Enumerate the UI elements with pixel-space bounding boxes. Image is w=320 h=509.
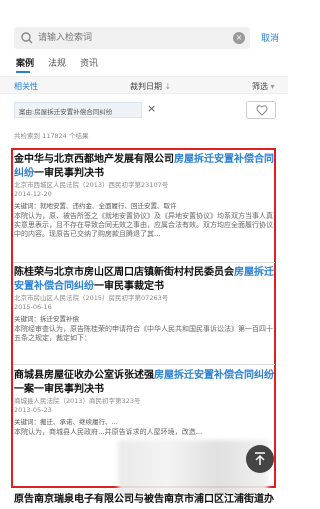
case-summary: 本院经审查认为，原告陈桂荣的申请符合《中华人民共和国民事诉讼法》第一百四十五条之…: [14, 325, 273, 342]
clear-icon[interactable]: ×: [233, 32, 245, 44]
case-title-suffix: 一审民事判决书: [34, 168, 104, 179]
case-title-text: 陈桂荣与北京市房山区周口店镇新街村村民委员会: [14, 267, 234, 278]
result-count: 共检索到 117824 个结果: [14, 132, 89, 140]
case-summary: 本院认为，原、被告所签之《就地安置协议》及《异地安置协议》均系双方当事人真实意思…: [14, 212, 273, 238]
case-item[interactable]: 金中华与北京西都地产发展有限公司房屋拆迁安置补偿合同纠纷一审民事判决书 北京市西…: [14, 153, 274, 239]
case-item[interactable]: 商城县房屋征收办公室诉张述强房屋拆迁安置补偿合同纠纷一案一审民事判决书 商城县人…: [14, 369, 274, 437]
search-icon: [21, 32, 33, 44]
filter-label: 筛选: [252, 82, 268, 91]
case-summary: 本院认为，商城县人民政府...并原告诉求的人屋环境，改造...: [14, 428, 203, 436]
tab-news[interactable]: 资讯: [80, 56, 98, 69]
sort-relevance[interactable]: 相关性: [14, 81, 38, 92]
case-item[interactable]: 陈桂荣与北京市房山区周口店镇新街村村民委员会房屋拆迁安置补偿合同纠纷一审民事裁定…: [14, 266, 274, 343]
case-title-text: 商城县房屋征收办公室诉张述强: [14, 370, 154, 381]
case-title[interactable]: 原告南京瑞泉电子有限公司与被告南京市浦口区江浦街道办: [14, 490, 274, 505]
case-date: 2014-12-20: [14, 190, 52, 198]
cancel-button[interactable]: 取消: [261, 31, 279, 44]
search-bar: × 取消: [0, 0, 288, 52]
divider: [13, 262, 275, 263]
heart-icon: [256, 105, 268, 116]
search-box[interactable]: ×: [14, 27, 250, 49]
tab-bar: 案例 法规 资讯: [0, 56, 288, 74]
divider: [13, 364, 275, 365]
filter-icon: ▾: [270, 82, 275, 91]
favorite-button[interactable]: [246, 101, 276, 119]
case-court: 北京市房山区人民法院（2015）房民初字第07263号: [14, 294, 169, 302]
case-title[interactable]: 陈桂荣与北京市房山区周口店镇新街村村民委员会房屋拆迁安置补偿合同纠纷一审民事裁定…: [14, 266, 274, 294]
case-title-highlight: 房屋拆迁安置补偿合同纠纷: [154, 370, 274, 381]
case-title-suffix: 一案一审民事判决书: [14, 384, 104, 395]
case-keywords: 关键词：搬迁、承诺、继续履行、...: [14, 418, 118, 426]
filter-row: 相关性 裁判日期 ↓ 筛选 ▾: [0, 76, 288, 94]
arrow-up-icon: [255, 452, 265, 465]
case-date: 2015-06-16: [14, 303, 52, 311]
case-title-suffix: 一审民事裁定书: [94, 281, 164, 292]
case-court: 商城县人民法院（2013）商民初字第323号: [14, 397, 141, 405]
tab-active-indicator: [16, 71, 30, 73]
scroll-to-top-button[interactable]: [246, 445, 274, 473]
case-keywords: 关键词：就地安置、违约金、全面履行、回迁安置、取许: [14, 202, 177, 210]
case-title-text: 金中华与北京西都地产发展有限公司: [14, 154, 174, 165]
case-court: 北京市西城区人民法院（2013）西民初字第23107号: [14, 181, 169, 189]
case-title[interactable]: 金中华与北京西都地产发展有限公司房屋拆迁安置补偿合同纠纷一审民事判决书: [14, 153, 274, 181]
sort-arrow-icon: ↓: [164, 82, 172, 91]
blurred-region: [118, 440, 268, 496]
tab-cases[interactable]: 案例: [16, 56, 34, 69]
active-filter-chip: 案由:房屋拆迁安置补偿合同纠纷: [14, 102, 142, 118]
tab-regulations[interactable]: 法规: [48, 56, 66, 69]
case-keywords: 关键词：拆迁安置补偿: [14, 315, 79, 323]
sort-date[interactable]: 裁判日期 ↓: [130, 81, 171, 92]
search-input[interactable]: [38, 27, 228, 49]
filter-button[interactable]: 筛选 ▾: [252, 81, 275, 92]
sort-date-label: 裁判日期: [130, 82, 162, 91]
close-icon[interactable]: ×: [147, 103, 156, 115]
case-date: 2013-05-23: [14, 406, 52, 414]
case-title[interactable]: 商城县房屋征收办公室诉张述强房屋拆迁安置补偿合同纠纷一案一审民事判决书: [14, 369, 274, 397]
